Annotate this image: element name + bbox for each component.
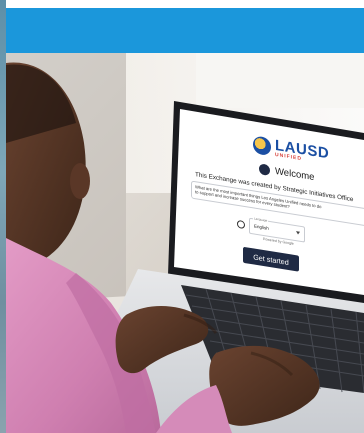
welcome-icon	[259, 163, 270, 177]
photo-frame: LAUSD UNIFIED Welcome This Exchange was …	[0, 0, 364, 433]
get-started-button[interactable]: Get started	[243, 246, 299, 272]
language-label: Language	[253, 216, 269, 223]
blue-banner	[6, 8, 364, 53]
welcome-text: Welcome	[275, 165, 315, 184]
top-gap	[6, 0, 364, 8]
laptop-screen-content: LAUSD UNIFIED Welcome This Exchange was …	[175, 112, 364, 302]
language-value: English	[254, 223, 269, 231]
chevron-down-icon	[296, 231, 300, 235]
globe-icon	[237, 219, 245, 230]
lausd-logo-icon	[253, 135, 271, 157]
lausd-logo: LAUSD UNIFIED	[253, 134, 329, 166]
get-started-label: Get started	[253, 251, 289, 267]
welcome-heading: Welcome	[259, 163, 314, 183]
